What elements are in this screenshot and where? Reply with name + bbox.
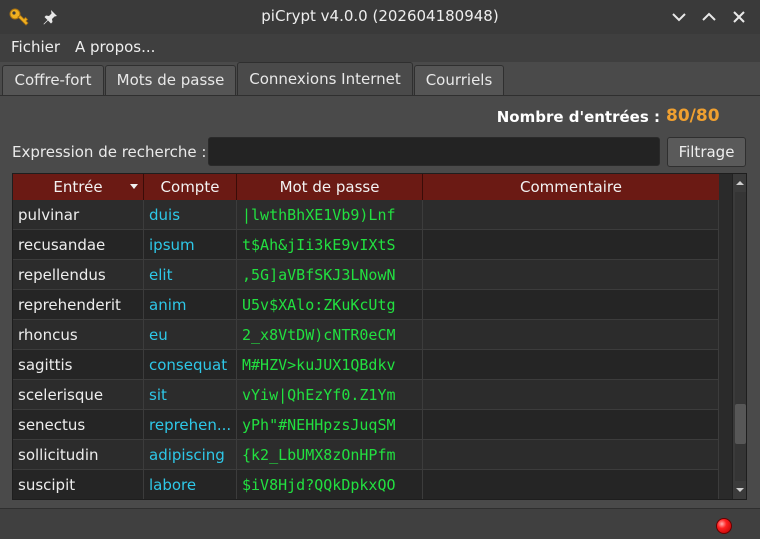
comment-cell <box>423 350 719 380</box>
comment-cell <box>423 380 719 410</box>
window-title: piCrypt v4.0.0 (202604180948) <box>261 7 499 25</box>
password-cell: U5v$XAlo:ZKuKcUtg <box>237 290 423 320</box>
comment-cell <box>423 260 719 290</box>
menu-bar: Fichier A propos... <box>0 34 760 62</box>
password-cell: ,5G]aVBfSKJ3LNowN <box>237 260 423 290</box>
comment-cell <box>423 440 719 470</box>
comment-cell <box>423 290 719 320</box>
table-row[interactable]: pulvinar duis |lwthBhXE1Vb9)Lnf <box>13 200 719 230</box>
account-cell: anim <box>144 290 237 320</box>
red-status-icon <box>716 518 732 534</box>
scroll-down-icon[interactable] <box>734 483 746 497</box>
table-row[interactable]: repellendus elit ,5G]aVBfSKJ3LNowN <box>13 260 719 290</box>
vertical-scrollbar[interactable] <box>732 174 746 499</box>
panel-border <box>0 95 760 96</box>
entry-cell: sollicitudin <box>13 440 144 470</box>
password-cell: M#HZV>kuJUX1QBdkv <box>237 350 423 380</box>
entry-cell: repellendus <box>13 260 144 290</box>
tab-mots-de-passe[interactable]: Mots de passe <box>105 65 236 96</box>
scroll-up-icon[interactable] <box>734 176 746 190</box>
column-header-mot-de-passe[interactable]: Mot de passe <box>237 174 423 200</box>
account-cell: sit <box>144 380 237 410</box>
chevron-up-icon[interactable] <box>698 6 720 28</box>
entry-cell: scelerisque <box>13 380 144 410</box>
entry-cell: rhoncus <box>13 320 144 350</box>
entry-count-value: 80/80 <box>666 106 720 126</box>
account-cell: eu <box>144 320 237 350</box>
table-row[interactable]: recusandae ipsum t$Ah&jIi3kE9vIXtS <box>13 230 719 260</box>
account-cell: reprehen... <box>144 410 237 440</box>
scroll-thumb[interactable] <box>735 404 746 444</box>
entry-cell: pulvinar <box>13 200 144 230</box>
chevron-down-icon[interactable] <box>668 6 690 28</box>
status-bar <box>0 508 760 539</box>
menu-a-propos[interactable]: A propos... <box>75 38 155 56</box>
sort-descending-icon <box>130 184 138 189</box>
comment-cell <box>423 200 719 230</box>
table-header: Entrée Compte Mot de passe Commentaire <box>13 174 719 200</box>
table-row[interactable]: suscipit labore $iV8Hjd?QQkDpkxQO <box>13 470 719 499</box>
password-cell: t$Ah&jIi3kE9vIXtS <box>237 230 423 260</box>
entry-cell: suscipit <box>13 470 144 499</box>
entries-table: Entrée Compte Mot de passe Commentaire p… <box>12 173 747 500</box>
tab-connexions-internet[interactable]: Connexions Internet <box>237 62 413 96</box>
entry-cell: senectus <box>13 410 144 440</box>
password-cell: |lwthBhXE1Vb9)Lnf <box>237 200 423 230</box>
table-row[interactable]: sagittis consequat M#HZV>kuJUX1QBdkv <box>13 350 719 380</box>
table-row[interactable]: sollicitudin adipiscing {k2_LbUMX8zOnHPf… <box>13 440 719 470</box>
account-cell: adipiscing <box>144 440 237 470</box>
column-header-commentaire[interactable]: Commentaire <box>423 174 719 200</box>
entry-cell: sagittis <box>13 350 144 380</box>
column-header-label: Entrée <box>53 178 103 196</box>
table-row[interactable]: senectus reprehen... yPh"#NEHHpzsJuqSM <box>13 410 719 440</box>
comment-cell <box>423 230 719 260</box>
comment-cell <box>423 470 719 499</box>
menu-fichier[interactable]: Fichier <box>11 38 60 56</box>
column-header-entree[interactable]: Entrée <box>13 174 144 200</box>
account-cell: duis <box>144 200 237 230</box>
password-cell: vYiw|QhEzYf0.Z1Ym <box>237 380 423 410</box>
comment-cell <box>423 410 719 440</box>
close-icon[interactable] <box>728 6 750 28</box>
password-cell: $iV8Hjd?QQkDpkxQO <box>237 470 423 499</box>
account-cell: elit <box>144 260 237 290</box>
entry-count-label: Nombre d'entrées : <box>496 108 660 126</box>
password-cell: 2_x8VtDW)cNTR0eCM <box>237 320 423 350</box>
entry-cell: reprehenderit <box>13 290 144 320</box>
tab-bar: Coffre-fort Mots de passe Connexions Int… <box>0 62 760 96</box>
account-cell: labore <box>144 470 237 499</box>
account-cell: ipsum <box>144 230 237 260</box>
table-row[interactable]: rhoncus eu 2_x8VtDW)cNTR0eCM <box>13 320 719 350</box>
tab-coffre-fort[interactable]: Coffre-fort <box>2 65 104 96</box>
comment-cell <box>423 320 719 350</box>
tab-courriels[interactable]: Courriels <box>414 65 504 96</box>
password-cell: {k2_LbUMX8zOnHPfm <box>237 440 423 470</box>
column-header-compte[interactable]: Compte <box>144 174 237 200</box>
title-bar: piCrypt v4.0.0 (202604180948) <box>0 0 760 34</box>
password-cell: yPh"#NEHHpzsJuqSM <box>237 410 423 440</box>
entry-cell: recusandae <box>13 230 144 260</box>
table-row[interactable]: scelerisque sit vYiw|QhEzYf0.Z1Ym <box>13 380 719 410</box>
search-input[interactable] <box>208 137 660 166</box>
filter-button[interactable]: Filtrage <box>667 137 746 167</box>
search-label: Expression de recherche : <box>12 143 207 161</box>
table-row[interactable]: reprehenderit anim U5v$XAlo:ZKuKcUtg <box>13 290 719 320</box>
account-cell: consequat <box>144 350 237 380</box>
